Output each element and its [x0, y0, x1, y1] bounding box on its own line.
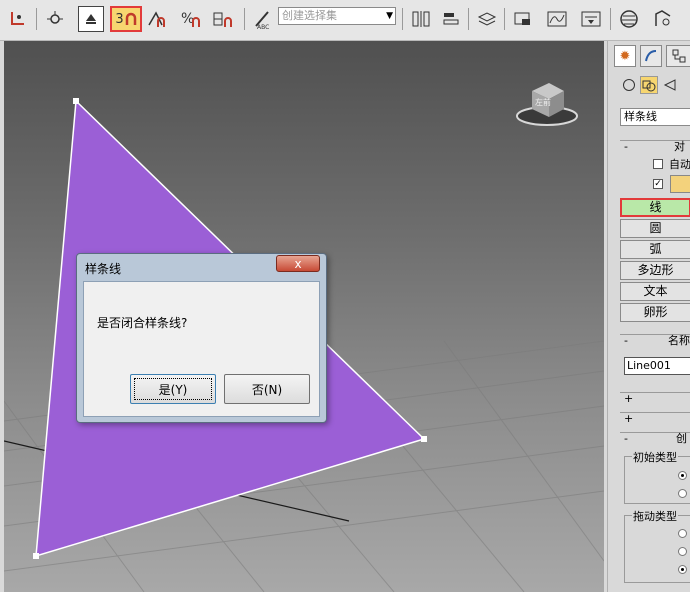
- circle-button-label: 圆: [649, 221, 662, 235]
- close-icon: x: [294, 257, 302, 271]
- lights-category-icon[interactable]: [662, 76, 680, 94]
- initial-type-smooth-radio[interactable]: [678, 489, 687, 498]
- toolbar-separator: [468, 8, 469, 30]
- toolbar-separator: [36, 8, 37, 30]
- snap-toggle-3d-icon[interactable]: 3: [110, 6, 142, 32]
- rendering-rollout-header[interactable]: +: [620, 392, 690, 406]
- dialog-body: 是否闭合样条线? 是(Y) 否(N): [83, 281, 320, 417]
- drag-type-label: 拖动类型: [632, 508, 678, 524]
- object-name-value: Line001: [627, 359, 671, 372]
- chevron-down-icon: ▼: [386, 11, 393, 21]
- dialog-title: 样条线: [85, 262, 122, 276]
- create-tab-icon[interactable]: ✹: [614, 45, 636, 67]
- drag-type-smooth-radio[interactable]: [678, 547, 687, 556]
- auto-grid-label: 自动: [669, 158, 690, 171]
- align-icon[interactable]: [438, 6, 464, 32]
- rollout-expand-sign: +: [624, 412, 634, 425]
- viewcube-label: 左前: [535, 97, 551, 107]
- toolbar-separator: [244, 8, 245, 30]
- rollout-title: 对: [674, 140, 685, 153]
- angle-snap-icon[interactable]: [144, 6, 170, 32]
- start-new-shape-checkbox[interactable]: ✓: [653, 179, 663, 189]
- spline-vertex[interactable]: [73, 98, 79, 104]
- auto-grid-checkbox[interactable]: [653, 159, 663, 169]
- circle-button[interactable]: 圆: [620, 219, 690, 238]
- object-name-input[interactable]: Line001: [624, 357, 690, 375]
- start-new-shape-color-swatch[interactable]: [670, 175, 690, 193]
- main-toolbar: 3 % ABC 创建选择集 ▼: [0, 0, 690, 41]
- arc-button-label: 弧: [649, 242, 662, 256]
- named-selection-set-dropdown[interactable]: 创建选择集 ▼: [278, 7, 396, 25]
- selection-set-placeholder: 创建选择集: [282, 9, 337, 22]
- graphite-modeling-tools-icon[interactable]: [510, 6, 536, 32]
- curve-editor-icon[interactable]: [544, 6, 570, 32]
- window-crossing-icon[interactable]: [78, 6, 104, 32]
- text-button[interactable]: 文本: [620, 282, 690, 301]
- command-panel: ✹ 样条线 - 对 自动 ✓ 线 圆 弧 多边形 文本 卵形 - 名称 Line…: [607, 41, 690, 592]
- creation-method-rollout-header[interactable]: - 创: [620, 432, 690, 446]
- viewcube[interactable]: 左前: [516, 83, 578, 126]
- object-type-rollout-header[interactable]: - 对: [620, 140, 690, 154]
- object-category-dropdown[interactable]: 样条线: [620, 108, 690, 126]
- material-editor-icon[interactable]: [616, 6, 642, 32]
- bind-space-warp-icon[interactable]: [42, 6, 68, 32]
- snap-3d-label: 3: [115, 11, 124, 27]
- line-button-label: 线: [649, 200, 662, 214]
- toolbar-separator: [402, 8, 403, 30]
- dialog-close-button[interactable]: x: [276, 255, 320, 272]
- no-button[interactable]: 否(N): [224, 374, 310, 404]
- svg-text:ABC: ABC: [257, 24, 269, 30]
- polygon-button-label: 多边形: [637, 263, 674, 277]
- rollout-title: 名称: [668, 334, 690, 347]
- close-spline-dialog: 样条线 x 是否闭合样条线? 是(Y) 否(N): [76, 253, 327, 423]
- initial-type-corner-radio[interactable]: [678, 471, 687, 480]
- select-and-link-icon[interactable]: [6, 6, 32, 32]
- yes-button[interactable]: 是(Y): [130, 374, 216, 404]
- drag-type-bezier-radio[interactable]: [678, 565, 687, 574]
- percent-snap-icon[interactable]: %: [178, 6, 204, 32]
- rollout-title: 创: [676, 432, 687, 445]
- rollout-collapse-sign: -: [624, 432, 628, 445]
- edit-named-selection-icon[interactable]: ABC: [250, 6, 276, 32]
- render-setup-icon[interactable]: [650, 6, 676, 32]
- object-category-value: 样条线: [624, 110, 657, 123]
- polygon-button[interactable]: 多边形: [620, 261, 690, 280]
- rollout-collapse-sign: -: [624, 334, 628, 347]
- layer-manager-icon[interactable]: [474, 6, 500, 32]
- hierarchy-tab-icon[interactable]: [666, 45, 690, 67]
- geometry-category-icon[interactable]: [620, 76, 638, 94]
- interpolation-rollout-header[interactable]: +: [620, 412, 690, 426]
- schematic-view-icon[interactable]: [578, 6, 604, 32]
- yes-button-label: 是(Y): [158, 382, 188, 397]
- initial-type-label: 初始类型: [632, 449, 678, 465]
- spline-vertex[interactable]: [421, 436, 427, 442]
- text-button-label: 文本: [643, 284, 668, 298]
- spline-vertex[interactable]: [33, 553, 39, 559]
- spinner-snap-icon[interactable]: [210, 6, 236, 32]
- toolbar-separator: [504, 8, 505, 30]
- egg-button-label: 卵形: [643, 305, 668, 319]
- name-color-rollout-header[interactable]: - 名称: [620, 334, 690, 348]
- toolbar-separator: [610, 8, 611, 30]
- rollout-expand-sign: +: [624, 392, 634, 405]
- drag-type-corner-radio[interactable]: [678, 529, 687, 538]
- rollout-collapse-sign: -: [624, 140, 628, 153]
- arc-button[interactable]: 弧: [620, 240, 690, 259]
- egg-button[interactable]: 卵形: [620, 303, 690, 322]
- modify-tab-icon[interactable]: [640, 45, 662, 67]
- no-button-label: 否(N): [251, 382, 283, 397]
- shapes-category-icon[interactable]: [640, 76, 658, 94]
- dialog-message: 是否闭合样条线?: [97, 316, 188, 330]
- line-button[interactable]: 线: [620, 198, 690, 217]
- mirror-icon[interactable]: [408, 6, 434, 32]
